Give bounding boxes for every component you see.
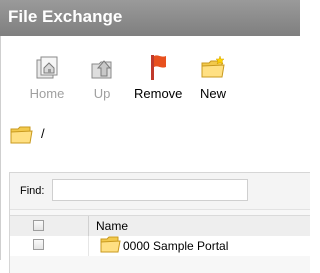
breadcrumb: / (9, 124, 289, 148)
select-all-checkbox[interactable] (33, 220, 44, 231)
name-column-header[interactable]: Name (96, 219, 128, 233)
folder-icon (100, 234, 122, 259)
find-bar: Find: (10, 173, 310, 210)
column-divider (88, 236, 89, 256)
row-checkbox[interactable] (33, 239, 44, 250)
remove-label: Remove (134, 86, 183, 101)
file-grid: Find: Name 0000 Sample Portal (9, 172, 310, 273)
new-button[interactable]: New (196, 46, 230, 101)
file-exchange-panel: Home Up Remove New / Find: Name 0000 Sam… (0, 36, 310, 273)
window-title: File Exchange (8, 7, 123, 26)
home-label: Home (29, 86, 65, 101)
find-input[interactable] (52, 179, 248, 201)
up-icon (87, 46, 117, 82)
find-label: Find: (20, 185, 45, 197)
folder-icon (9, 124, 35, 151)
up-button[interactable]: Up (87, 46, 117, 101)
title-bar: File Exchange (0, 0, 300, 36)
new-folder-icon (196, 46, 230, 82)
new-label: New (199, 86, 226, 101)
home-button[interactable]: Home (29, 46, 65, 101)
home-icon (29, 46, 65, 82)
column-divider (88, 216, 89, 236)
table-row[interactable]: 0000 Sample Portal (10, 236, 310, 256)
remove-button[interactable]: Remove (134, 46, 182, 101)
row-name[interactable]: 0000 Sample Portal (123, 239, 228, 253)
current-path[interactable]: / (41, 126, 45, 141)
grid-header: Name (10, 215, 310, 237)
up-label: Up (93, 86, 111, 101)
toolbar: Home Up Remove New (1, 46, 301, 106)
remove-flag-icon (134, 46, 182, 82)
